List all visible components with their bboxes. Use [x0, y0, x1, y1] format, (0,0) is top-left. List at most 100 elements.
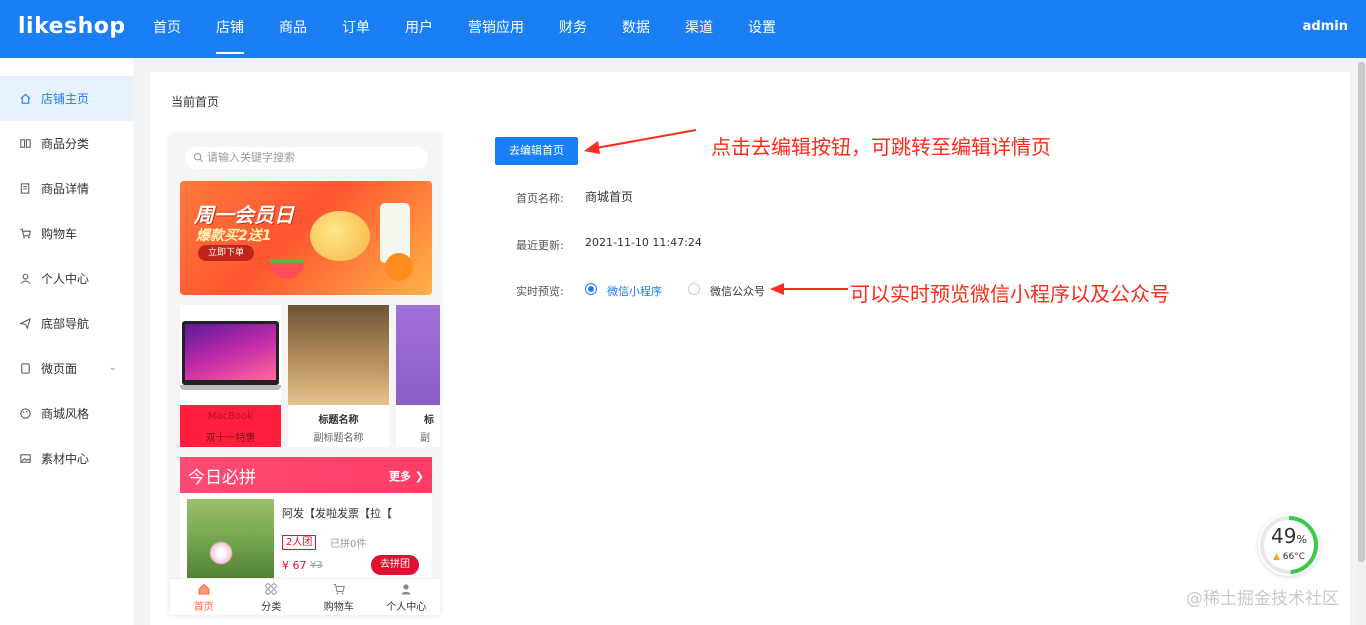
groupbuy-item-tag: 2人团 [282, 535, 317, 550]
banner-orange-image [385, 253, 413, 281]
homepage-name-value: 商城首页 [585, 190, 634, 204]
homepage-name-label: 首页名称: [516, 192, 564, 205]
thermometer-icon: ▲ [1272, 552, 1280, 562]
nav-item-finance[interactable]: 财务 [559, 0, 587, 58]
annotation-preview-hint: 可以实时预览微信小程序以及公众号 [850, 282, 1170, 306]
user-menu[interactable]: admin [1303, 19, 1348, 34]
preview-card: MacBook 双十一特惠 [180, 305, 281, 447]
sidebar-item-cart[interactable]: 购物车 [0, 211, 133, 256]
nav-item-data[interactable]: 数据 [622, 0, 650, 58]
card-title: 标 [424, 415, 434, 426]
groupbuy-item: 阿发【发啦发票【拉【 2人团 已拼0件 ¥ 67 ¥3 去拼团 [180, 493, 432, 583]
preview-card-row: MacBook 双十一特惠 标题名称 副标题名称 标 副 [180, 305, 440, 447]
banner-subtitle: 爆款买2送1 [196, 228, 272, 244]
sidebar-item-assets[interactable]: 素材中心 [0, 436, 133, 481]
banner-button: 立即下单 [198, 245, 254, 261]
sidebar-item-label: 商品详情 [41, 182, 90, 196]
banner-title: 周一会员日 [194, 203, 294, 227]
performance-widget[interactable]: 49% ▲ 66°C [1258, 514, 1320, 576]
home-icon [18, 92, 32, 106]
groupbuy-more-link: 更多 ❯ [388, 470, 424, 483]
nav-item-home[interactable]: 首页 [153, 0, 181, 58]
sidebar-item-label: 底部导航 [41, 317, 90, 331]
edit-homepage-button[interactable]: 去编辑首页 [495, 137, 578, 165]
last-updated-value: 2021-11-10 11:47:24 [585, 236, 702, 249]
grid-icon [265, 583, 277, 595]
sidebar-item-micro-page[interactable]: 微页面 ⌄ [0, 346, 133, 391]
user-icon [401, 584, 411, 595]
sidebar-item-label: 店铺主页 [41, 92, 90, 106]
card-subtitle: 双十一特惠 [205, 433, 256, 444]
radio-wechat-official-account[interactable] [688, 283, 700, 295]
sidebar-item-label: 素材中心 [41, 452, 90, 466]
phone-preview: 请输入关键字搜索 周一会员日 爆款买2送1 立即下单 MacBook 双十一特惠 [170, 135, 440, 615]
scrollbar-thumb[interactable] [1358, 62, 1365, 562]
sidebar-item-shop-home[interactable]: 店铺主页 [0, 76, 133, 121]
groupbuy-item-price: ¥ 67 [282, 559, 307, 572]
preview-search-bar: 请输入关键字搜索 [185, 147, 428, 169]
sidebar-item-bottom-nav[interactable]: 底部导航 [0, 301, 133, 346]
sidebar-item-category[interactable]: 商品分类 [0, 121, 133, 166]
groupbuy-title: 今日必拼 [188, 468, 256, 488]
radio-label-official-account[interactable]: 微信公众号 [710, 283, 765, 299]
sidebar-item-user-center[interactable]: 个人中心 [0, 256, 133, 301]
scrollbar[interactable] [1357, 58, 1366, 625]
sidebar-item-label: 商品分类 [41, 137, 90, 151]
cart-icon [333, 583, 345, 595]
nav-item-users[interactable]: 用户 [405, 0, 433, 58]
nav-item-settings[interactable]: 设置 [748, 0, 776, 58]
palette-icon [18, 407, 32, 421]
live-preview-label: 实时预览: [516, 285, 564, 298]
card-subtitle: 副 [420, 433, 430, 444]
banner-watermelon-image [270, 259, 304, 279]
groupbuy-join-button: 去拼团 [371, 555, 419, 575]
banner-melon-image [310, 211, 370, 261]
annotation-arrow-2 [770, 283, 848, 295]
preview-tab-cart: 购物车 [305, 579, 373, 615]
sidebar-item-label: 购物车 [41, 227, 78, 241]
watermark: @稀土掘金技术社区 [1186, 589, 1339, 609]
preview-tabbar: 首页 分类 购物车 个人中心 [170, 578, 440, 615]
card-title: 标题名称 [318, 415, 359, 426]
cart-icon [18, 227, 32, 241]
page-icon [18, 362, 32, 376]
nav-item-orders[interactable]: 订单 [342, 0, 370, 58]
groupbuy-item-sold: 已拼0件 [330, 539, 367, 550]
sidebar-item-label: 微页面 [41, 362, 78, 376]
preview-card: 标 副 [396, 305, 440, 447]
preview-banner: 周一会员日 爆款买2送1 立即下单 [180, 181, 432, 295]
sidebar-item-label: 商城风格 [41, 407, 90, 421]
card-image-purple [396, 305, 440, 405]
search-placeholder: 请输入关键字搜索 [207, 151, 295, 164]
annotation-arrow-1 [584, 129, 697, 154]
card-title: MacBook [207, 411, 254, 422]
page-title: 当前首页 [171, 95, 220, 109]
radio-label-miniprogram[interactable]: 微信小程序 [607, 283, 662, 299]
annotation-edit-hint: 点击去编辑按钮，可跳转至编辑详情页 [711, 135, 1051, 159]
nav-item-shop[interactable]: 店铺 [216, 0, 244, 58]
category-icon [18, 137, 32, 151]
logo[interactable]: likeshop [18, 14, 126, 39]
groupbuy-item-old-price: ¥3 [310, 560, 323, 571]
sidebar-item-label: 个人中心 [41, 272, 90, 286]
preview-tab-home: 首页 [170, 579, 238, 615]
radio-wechat-miniprogram[interactable] [585, 283, 597, 295]
preview-tab-category: 分类 [238, 579, 306, 615]
nav-item-channels[interactable]: 渠道 [685, 0, 713, 58]
last-updated-label: 最近更新: [516, 239, 564, 252]
card-image-illustration [288, 305, 389, 405]
card-image-laptop [180, 305, 281, 405]
search-icon [193, 152, 204, 163]
main-nav: 首页 店铺 商品 订单 用户 营销应用 财务 数据 渠道 设置 [153, 0, 811, 58]
sidebar-item-goods-detail[interactable]: 商品详情 [0, 166, 133, 211]
nav-item-goods[interactable]: 商品 [279, 0, 307, 58]
detail-icon [18, 182, 32, 196]
main-panel: 当前首页 请输入关键字搜索 周一会员日 爆款买2送1 立即下单 MacBook [150, 72, 1350, 625]
groupbuy-item-name: 阿发【发啦发票【拉【 [282, 507, 392, 520]
send-icon [18, 317, 32, 331]
nav-item-marketing[interactable]: 营销应用 [468, 0, 524, 58]
sidebar-item-mall-style[interactable]: 商城风格 [0, 391, 133, 436]
card-subtitle: 副标题名称 [313, 433, 364, 444]
chevron-down-icon[interactable]: ⌄ [109, 362, 117, 373]
home-icon [198, 583, 210, 595]
